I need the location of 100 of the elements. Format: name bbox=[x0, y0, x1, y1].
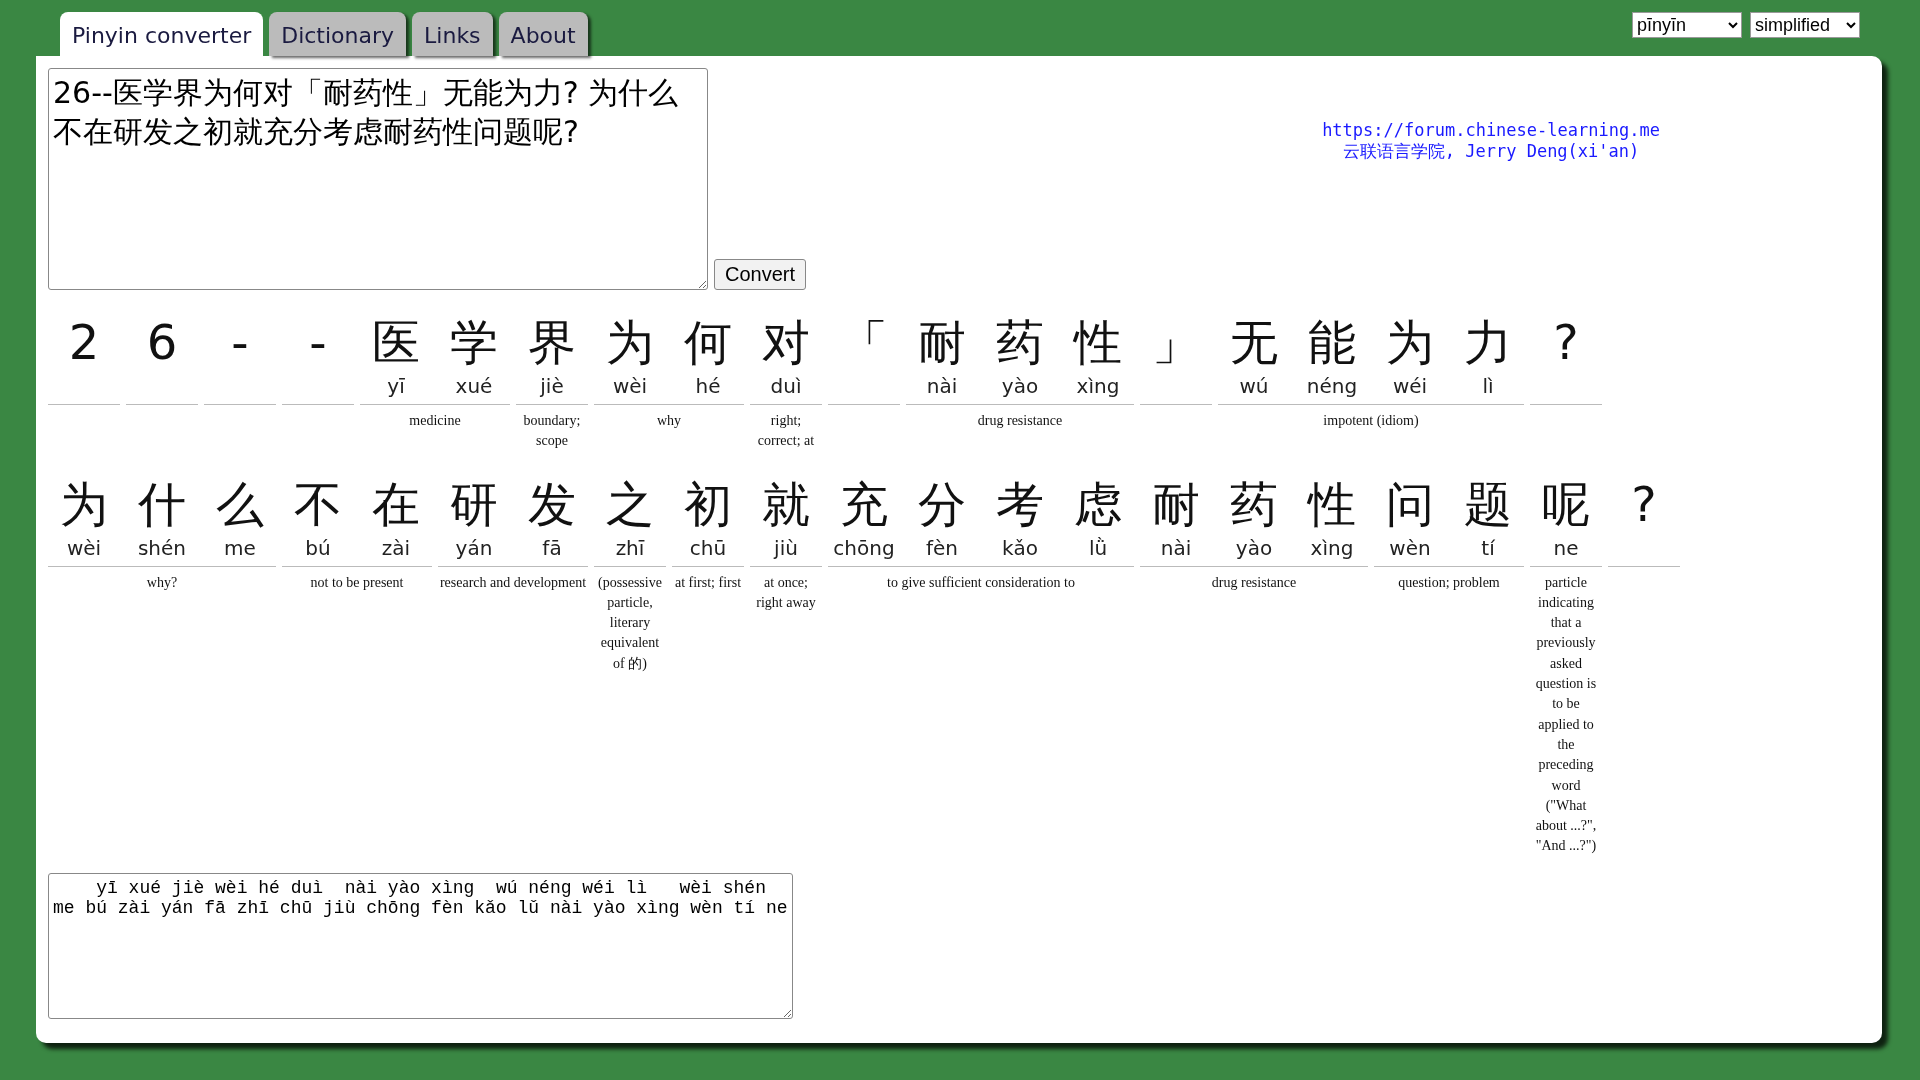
pinyin-syllable: wú bbox=[1239, 373, 1269, 400]
hanzi-character: 耐 bbox=[918, 313, 966, 372]
hanzi-character: ? bbox=[1553, 313, 1579, 372]
word-definition: at first; first bbox=[673, 573, 743, 592]
hanzi-character: 对 bbox=[762, 313, 810, 372]
pinyin-syllable: jiù bbox=[774, 534, 798, 562]
tab[interactable]: Links bbox=[412, 12, 493, 56]
hanzi-character: 」 bbox=[1152, 313, 1200, 372]
pinyin-syllable: xué bbox=[455, 373, 493, 400]
hanzi-character: 能 bbox=[1308, 313, 1356, 372]
hanzi-character: 充 bbox=[840, 474, 888, 534]
hanzi-character: 分 bbox=[918, 474, 966, 534]
word-definition: (possessive particle, literary equivalent of 的) bbox=[597, 573, 663, 673]
word-definition: drug resistance bbox=[976, 412, 1064, 430]
pinyin-syllable: néng bbox=[1306, 373, 1358, 400]
pinyin-syllable: lì bbox=[1482, 373, 1494, 400]
pinyin-output-field[interactable]: yī xué jiè wèi hé duì nài yào xìng wú néng wéi lì wèi shén me bú zài yán fā zhī chū jiù chōng fèn kǎo lǔ nài yào xìng wèn tí ne bbox=[48, 872, 793, 1019]
hanzi-character: 虑 bbox=[1074, 474, 1122, 534]
hanzi-character: 为 bbox=[606, 313, 654, 372]
hanzi-character: 不 bbox=[294, 474, 342, 534]
hanzi-character: 为 bbox=[60, 474, 108, 534]
hanzi-character: 耐 bbox=[1152, 474, 1200, 534]
hanzi-character: 学 bbox=[450, 313, 498, 372]
pinyin-syllable: hé bbox=[695, 373, 721, 400]
hanzi-character: 2 bbox=[68, 313, 100, 372]
pinyin-syllable: zài bbox=[381, 534, 411, 562]
hanzi-character: 在 bbox=[372, 474, 420, 534]
word-definition: right; correct; at bbox=[756, 412, 816, 451]
hanzi-character: - bbox=[231, 313, 249, 372]
hanzi-character: 为 bbox=[1386, 313, 1434, 372]
hanzi-character: 「 bbox=[840, 313, 888, 372]
pinyin-syllable: fèn bbox=[926, 534, 958, 562]
convert-button[interactable]: Convert bbox=[714, 259, 807, 290]
pinyin-syllable: shén bbox=[137, 534, 187, 562]
hanzi-character: 药 bbox=[1230, 474, 1278, 534]
pinyin-syllable: nài bbox=[1160, 534, 1192, 562]
pinyin-syllable: duì bbox=[770, 373, 802, 400]
hanzi-character: 性 bbox=[1074, 313, 1122, 372]
word-definition: impotent (idiom) bbox=[1322, 412, 1420, 430]
pinyin-syllable: yán bbox=[455, 534, 493, 562]
dropdown[interactable]: pīnyīn bbox=[1632, 12, 1742, 38]
pinyin-syllable: ne bbox=[1553, 534, 1579, 562]
pinyin-syllable: yào bbox=[1235, 534, 1273, 562]
hanzi-character: 考 bbox=[996, 474, 1044, 534]
word-definition: why bbox=[655, 412, 683, 430]
word-definition: particle indicating that a previously asked question is to be applied to the preceding word ("What about ...?", "And ...?") bbox=[1534, 573, 1598, 856]
tab[interactable]: Dictionary bbox=[269, 12, 407, 56]
pinyin-syllable: nài bbox=[926, 373, 958, 400]
pinyin-syllable: wèn bbox=[1389, 534, 1431, 562]
hanzi-character: 无 bbox=[1230, 313, 1278, 372]
hanzi-character: 界 bbox=[528, 313, 576, 372]
pinyin-syllable: kǎo bbox=[1001, 534, 1039, 562]
credit-text: 云联语言学院, Jerry Deng(xi'an) bbox=[1342, 140, 1640, 163]
pinyin-syllable: tí bbox=[1481, 534, 1495, 562]
word-definition: not to be present bbox=[309, 573, 405, 592]
pinyin-syllable: xìng bbox=[1310, 534, 1354, 562]
hanzi-character: 药 bbox=[996, 313, 1044, 372]
hanzi-character: 性 bbox=[1308, 474, 1356, 534]
hanzi-character: 呢 bbox=[1542, 474, 1590, 534]
hanzi-character: - bbox=[309, 313, 327, 372]
pinyin-syllable: wèi bbox=[66, 534, 102, 562]
hanzi-character: 力 bbox=[1464, 313, 1512, 372]
pinyin-syllable: fā bbox=[542, 534, 562, 562]
forum-link[interactable]: https://forum.chinese-learning.me bbox=[1322, 120, 1660, 140]
pinyin-syllable: wèi bbox=[612, 373, 648, 400]
word-definition: research and development bbox=[438, 573, 588, 592]
hanzi-character: 之 bbox=[606, 474, 654, 534]
word-definition: medicine bbox=[408, 412, 462, 430]
chinese-input-field[interactable]: 26--医学界为何对「耐药性」无能为力? 为什么不在研发之初就充分考虑耐药性问题呢? bbox=[48, 68, 708, 290]
pinyin-syllable: xìng bbox=[1076, 373, 1120, 400]
tab[interactable]: About bbox=[498, 12, 588, 56]
hanzi-character: 就 bbox=[762, 474, 810, 534]
pinyin-syllable: wéi bbox=[1392, 373, 1428, 400]
dropdown[interactable]: simplified bbox=[1750, 12, 1860, 38]
pinyin-syllable: me bbox=[224, 534, 256, 562]
tab[interactable]: Pinyin converter bbox=[60, 12, 264, 56]
hanzi-character: 题 bbox=[1464, 474, 1512, 534]
pinyin-syllable: lǜ bbox=[1088, 534, 1108, 562]
word-definition: to give sufficient consideration to bbox=[886, 573, 1076, 592]
word-definition: boundary; scope bbox=[522, 412, 582, 451]
pinyin-syllable: zhī bbox=[615, 534, 645, 562]
word-definition: why? bbox=[145, 573, 179, 592]
hanzi-character: 6 bbox=[146, 313, 178, 372]
word-definition: at once; right away bbox=[755, 573, 817, 612]
hanzi-character: 问 bbox=[1386, 474, 1434, 534]
pinyin-syllable: chōng bbox=[833, 534, 895, 562]
pinyin-syllable: yī bbox=[387, 373, 405, 400]
hanzi-character: 么 bbox=[216, 474, 264, 534]
pinyin-syllable: chū bbox=[689, 534, 727, 562]
hanzi-character: ? bbox=[1631, 474, 1657, 534]
hanzi-character: 医 bbox=[372, 313, 420, 372]
hanzi-character: 什 bbox=[138, 474, 186, 534]
hanzi-character: 发 bbox=[528, 474, 576, 534]
pinyin-syllable: jiè bbox=[540, 373, 564, 400]
pinyin-syllable: yào bbox=[1001, 373, 1039, 400]
hanzi-character: 初 bbox=[684, 474, 732, 534]
hanzi-character: 何 bbox=[684, 313, 732, 372]
word-definition: drug resistance bbox=[1210, 573, 1298, 592]
word-definition: question; problem bbox=[1397, 573, 1501, 592]
pinyin-syllable: bú bbox=[305, 534, 331, 562]
